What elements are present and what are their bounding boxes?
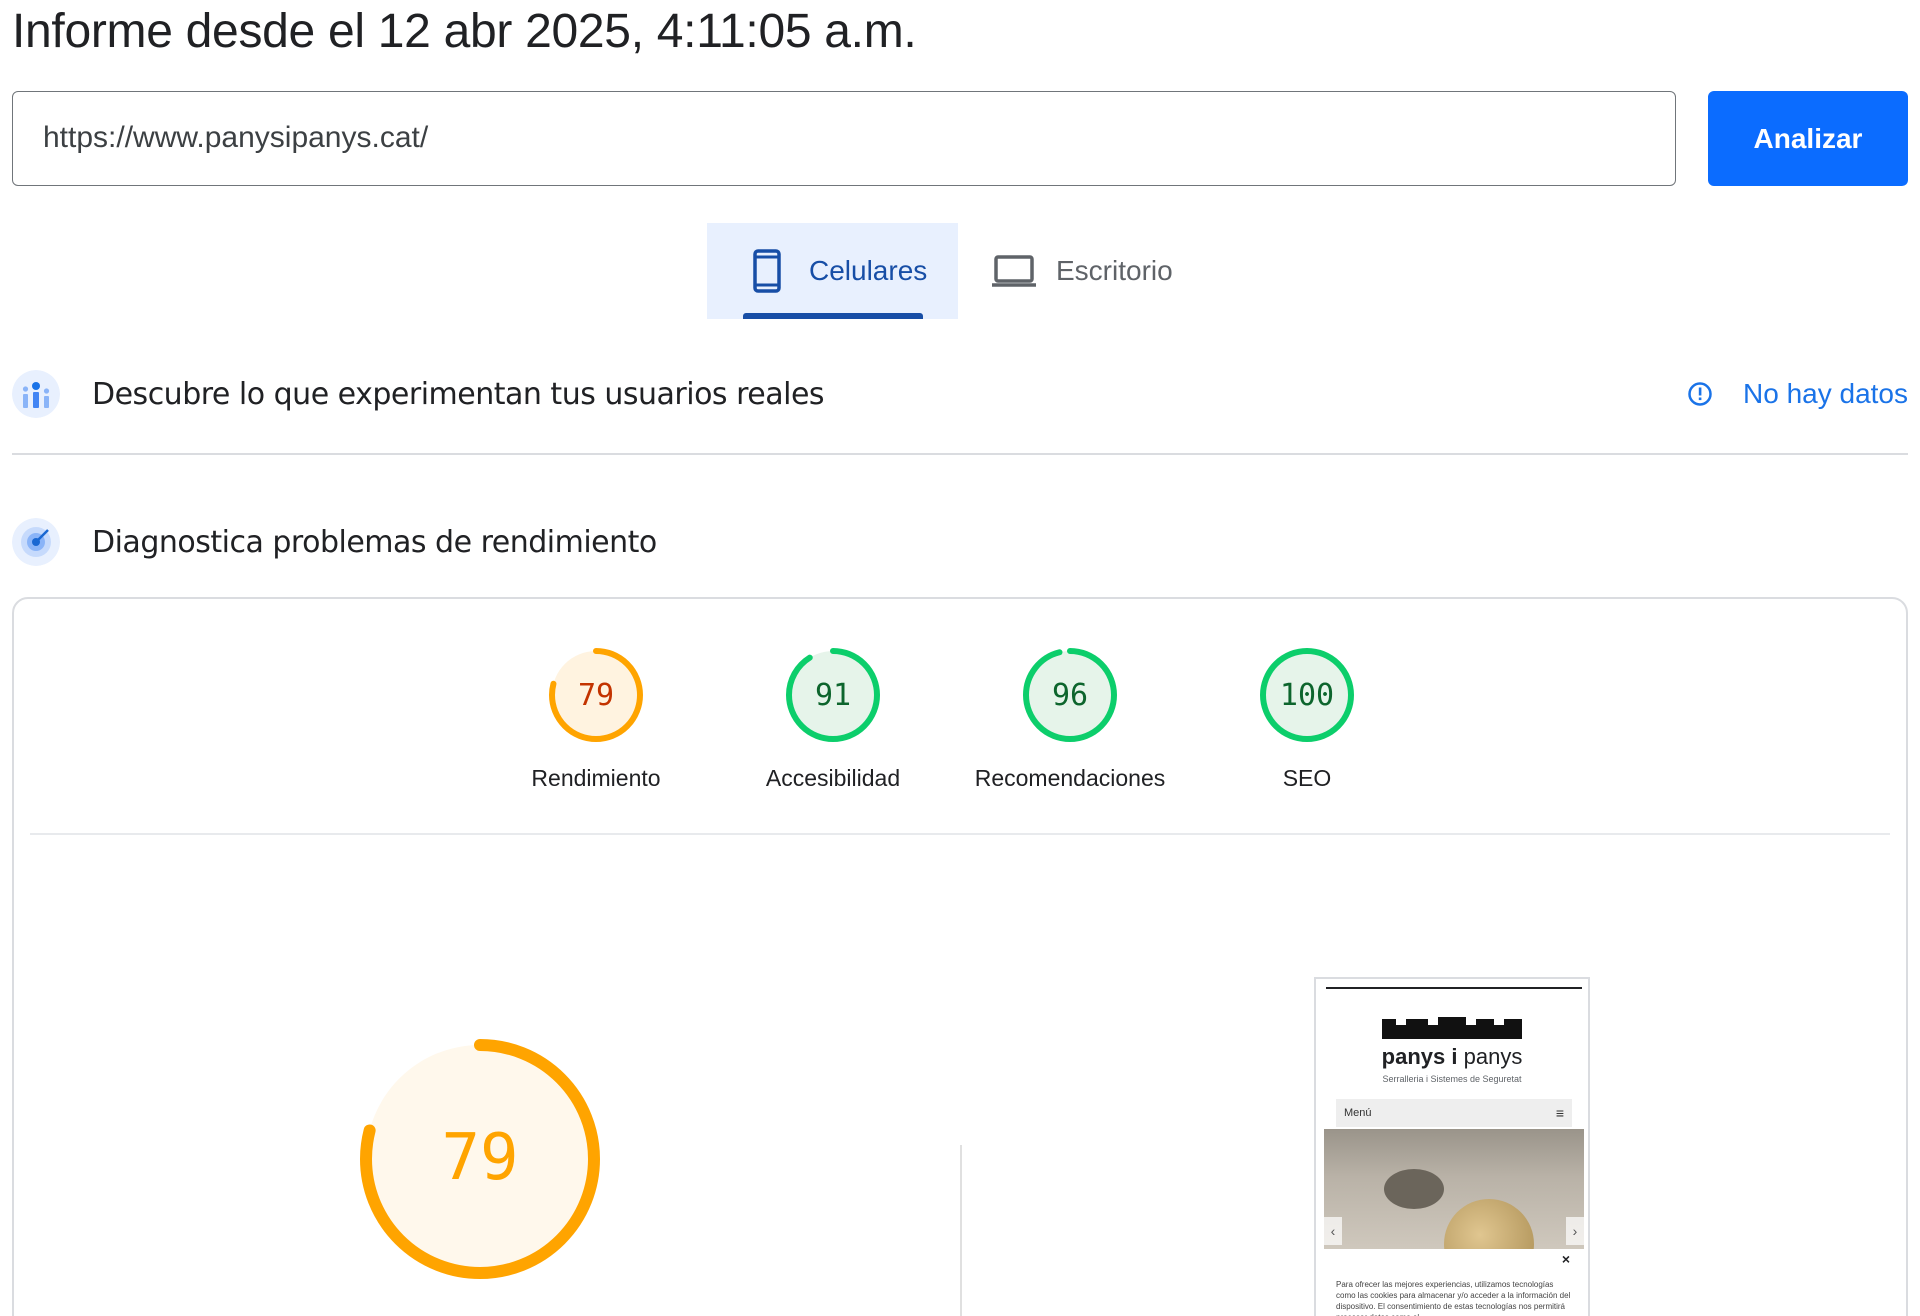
no-data-label: No hay datos	[1743, 378, 1908, 409]
prev-arrow-icon: ‹	[1324, 1217, 1342, 1245]
active-tab-indicator	[743, 313, 923, 319]
next-arrow-icon: ›	[1566, 1217, 1584, 1245]
target-icon	[12, 518, 60, 566]
tab-mobile[interactable]: Celulares	[707, 223, 958, 319]
gauge-value: 79	[578, 678, 614, 713]
gauge-value: 100	[1280, 678, 1334, 713]
gauge-label: Recomendaciones	[974, 765, 1166, 791]
section-divider	[12, 453, 1908, 455]
score-gauge-seo[interactable]: 100 SEO	[1207, 645, 1407, 792]
info-icon	[1688, 382, 1712, 406]
laptop-icon	[992, 249, 1036, 293]
tab-mobile-label: Celulares	[809, 255, 928, 286]
preview-logo-bold: panys	[1381, 1044, 1446, 1069]
card-divider	[30, 833, 1890, 835]
url-field[interactable]	[12, 91, 1676, 186]
vertical-divider	[960, 1145, 962, 1316]
lab-data-title: Diagnostica problemas de rendimiento	[92, 524, 657, 560]
analyze-button[interactable]: Analizar	[1708, 91, 1908, 186]
smartphone-icon	[745, 249, 789, 293]
gauge-value: 96	[1052, 678, 1088, 713]
lab-data-section: Diagnostica problemas de rendimiento	[12, 518, 1908, 566]
big-gauge-value: 79	[441, 1121, 518, 1195]
preview-menu-bar: Menú ≡	[1336, 1099, 1572, 1127]
tab-desktop[interactable]: Escritorio	[958, 223, 1218, 319]
device-tabs: Celulares Escritorio	[707, 223, 1218, 319]
preview-logo-mark	[1382, 1017, 1522, 1039]
preview-logo-regular: panys	[1463, 1044, 1523, 1069]
menu-icon: ≡	[1555, 1105, 1564, 1121]
users-chart-icon	[12, 370, 60, 418]
preview-hero-image: ‹ ›	[1324, 1129, 1584, 1249]
gauge-label: SEO	[1282, 765, 1332, 791]
no-data-status[interactable]: No hay datos	[1687, 378, 1908, 410]
field-data-section: Descubre lo que experimentan tus usuario…	[12, 370, 1908, 418]
preview-logo: panys i panys Serralleria i Sistemes de …	[1316, 1017, 1588, 1084]
close-icon: ×	[1561, 1251, 1570, 1267]
gauge-value: 91	[815, 678, 851, 713]
field-data-title: Descubre lo que experimentan tus usuario…	[92, 376, 825, 412]
report-title: Informe desde el 12 abr 2025, 4:11:05 a.…	[12, 5, 917, 58]
tab-desktop-label: Escritorio	[1056, 255, 1173, 286]
score-gauge-rendimiento[interactable]: 79 Rendimiento	[496, 645, 696, 792]
page-screenshot-preview: panys i panys Serralleria i Sistemes de …	[1314, 977, 1590, 1316]
score-gauge-recomendaciones[interactable]: 96 Recomendaciones	[970, 645, 1170, 792]
preview-tagline: Serralleria i Sistemes de Seguretat	[1382, 1074, 1522, 1084]
lighthouse-report-card: 79 Rendimiento 91 Accesibilidad 96 Recomendac…	[12, 597, 1908, 1316]
preview-topbar	[1326, 987, 1582, 989]
hero-image-shape	[1384, 1169, 1444, 1209]
hero-lock-image	[1444, 1199, 1534, 1249]
url-input[interactable]	[43, 92, 1643, 184]
gauge-label: Accesibilidad	[765, 765, 901, 791]
score-gauge-accesibilidad[interactable]: 91 Accesibilidad	[733, 645, 933, 792]
preview-logo-i: i	[1451, 1044, 1458, 1069]
preview-menu-label: Menú	[1344, 1107, 1372, 1119]
preview-cookie-text: Para ofrecer las mejores experiencias, u…	[1336, 1280, 1571, 1316]
gauge-label: Rendimiento	[531, 765, 661, 791]
performance-big-gauge: 79	[352, 1031, 608, 1292]
